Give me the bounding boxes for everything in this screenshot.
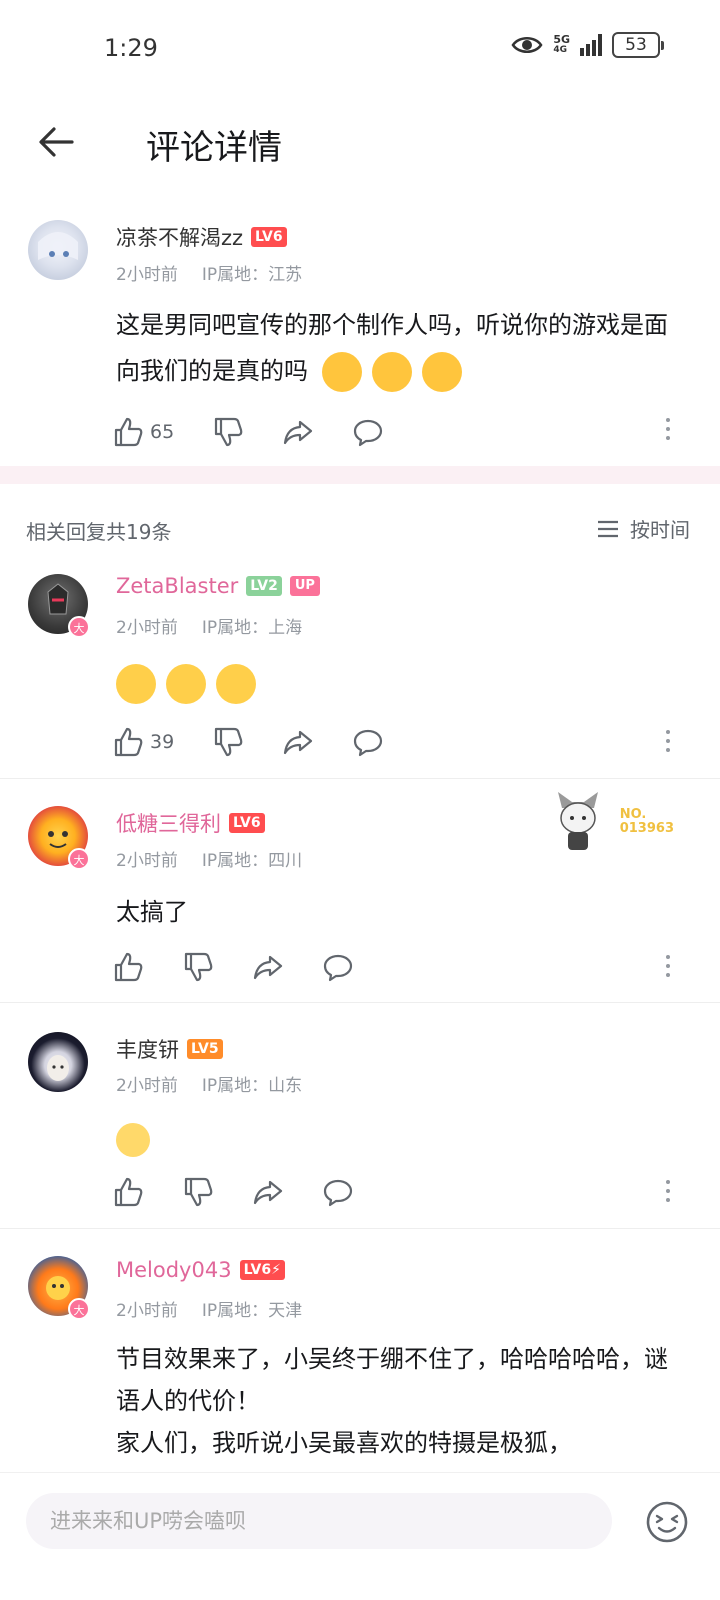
comment-text: 太搞了 (116, 898, 188, 926)
more-icon (666, 955, 670, 959)
level-badge: LV2 (246, 576, 282, 596)
replies-header: 相关回复共19条 按时间 (0, 508, 720, 548)
share-button[interactable] (282, 722, 352, 762)
comment-meta: 2小时前 IP属地：江苏 (116, 260, 302, 285)
smug-emoji-icon (116, 664, 156, 704)
ip-location: IP属地：江苏 (201, 265, 303, 285)
fan-medal: NO. 013963 (550, 790, 674, 854)
more-button[interactable] (664, 730, 672, 752)
divider (0, 1228, 720, 1229)
like-button[interactable] (112, 947, 182, 987)
username[interactable]: 凉茶不解渴zz LV6 (116, 222, 287, 252)
comment-meta: 2小时前 IP属地：四川 (116, 851, 303, 871)
username[interactable]: ZetaBlaster LV2 UP (116, 574, 320, 598)
comment-text: 这是男同吧宣传的那个制作人吗，听说你的游戏是面向我们的是真的吗 (116, 302, 686, 394)
dislike-button[interactable] (182, 1172, 252, 1212)
comment-time: 2小时前 (116, 265, 178, 285)
vip-badge: 大 (68, 616, 90, 638)
divider (0, 1002, 720, 1003)
more-button[interactable] (664, 955, 672, 977)
reply-button[interactable] (352, 412, 422, 452)
like-button[interactable]: 39 (112, 722, 212, 762)
share-button[interactable] (282, 412, 352, 452)
like-icon (114, 727, 143, 757)
share-button[interactable] (252, 1172, 322, 1212)
comment-text: 节目效果来了，小吴终于绷不住了，哈哈哈哈哈，谜语人的代价！ 家人们，我听说小吴最… (116, 1345, 668, 1457)
action-bar: 39 (112, 722, 422, 762)
reply-input[interactable]: 进来来和UP唠会嗑呗 (26, 1493, 612, 1549)
username[interactable]: 低糖三得利 LV6 (116, 808, 265, 838)
comment-icon (353, 729, 383, 757)
share-icon (283, 730, 313, 755)
comment-meta: 2小时前 IP属地：上海 (116, 618, 303, 638)
dislike-icon (214, 727, 243, 757)
reply-button[interactable] (352, 722, 422, 762)
action-bar (112, 1172, 392, 1212)
like-button[interactable]: 65 (112, 412, 212, 452)
nerd-emoji-icon (116, 1123, 150, 1157)
emoji-icon (646, 1501, 688, 1543)
like-icon (114, 1177, 143, 1207)
dislike-icon (184, 952, 213, 982)
more-icon (666, 730, 670, 734)
avatar[interactable] (28, 1032, 88, 1092)
avatar[interactable]: 大 (28, 574, 90, 638)
level-badge: LV5 (187, 1039, 223, 1059)
dislike-icon (214, 417, 243, 447)
username[interactable]: Melody043 LV6⚡ (116, 1258, 285, 1282)
sort-icon (598, 520, 618, 537)
comment-icon (323, 1179, 353, 1207)
dislike-button[interactable] (212, 412, 282, 452)
surprised-emoji-icon (421, 352, 462, 392)
share-icon (253, 1180, 283, 1205)
more-icon (666, 418, 670, 422)
avatar[interactable] (28, 220, 88, 280)
reply-count-label: 相关回复共19条 (26, 520, 172, 544)
more-button[interactable] (664, 418, 672, 440)
username[interactable]: 丰度钘 LV5 (116, 1034, 223, 1064)
smug-emoji-icon (216, 664, 256, 704)
vip-badge: 大 (68, 848, 90, 870)
reply-input-bar: 进来来和UP唠会嗑呗 (0, 1472, 720, 1600)
avatar[interactable]: 大 (28, 1256, 90, 1320)
fan-character-icon (557, 792, 598, 850)
action-bar (112, 947, 392, 987)
section-divider (0, 466, 720, 484)
more-icon (666, 1180, 670, 1184)
more-button[interactable] (664, 1180, 672, 1202)
action-bar: 65 (112, 412, 422, 452)
level-badge: LV6⚡ (239, 1260, 285, 1280)
share-icon (283, 420, 313, 445)
smug-emoji-icon (166, 664, 206, 704)
comment-icon (353, 419, 383, 447)
like-button[interactable] (112, 1172, 182, 1212)
divider (0, 778, 720, 779)
up-tag: UP (289, 576, 320, 596)
dislike-icon (184, 1177, 213, 1207)
surprised-emoji-icon (321, 352, 362, 392)
vip-badge: 大 (68, 1298, 90, 1320)
comment-meta: 2小时前 IP属地：山东 (116, 1076, 303, 1096)
comment-icon (323, 954, 353, 982)
avatar[interactable]: 大 (28, 806, 90, 870)
surprised-emoji-icon (371, 352, 412, 392)
level-badge: LV6 (251, 227, 287, 247)
emoji-button[interactable] (644, 1499, 690, 1545)
reply-button[interactable] (322, 1172, 392, 1212)
dislike-button[interactable] (212, 722, 282, 762)
share-button[interactable] (252, 947, 322, 987)
main-comment: 凉茶不解渴zz LV6 2小时前 IP属地：江苏 这是男同吧宣传的那个制作人吗，… (0, 0, 720, 466)
share-icon (253, 955, 283, 980)
comment-meta: 2小时前 IP属地：天津 (116, 1301, 303, 1321)
comment-text (116, 1116, 686, 1162)
sort-button[interactable]: 按时间 (596, 514, 690, 543)
level-badge: LV6 (229, 813, 265, 833)
comment-text (116, 660, 686, 706)
like-icon (114, 417, 143, 447)
reply-button[interactable] (322, 947, 392, 987)
dislike-button[interactable] (182, 947, 252, 987)
like-icon (114, 952, 143, 982)
